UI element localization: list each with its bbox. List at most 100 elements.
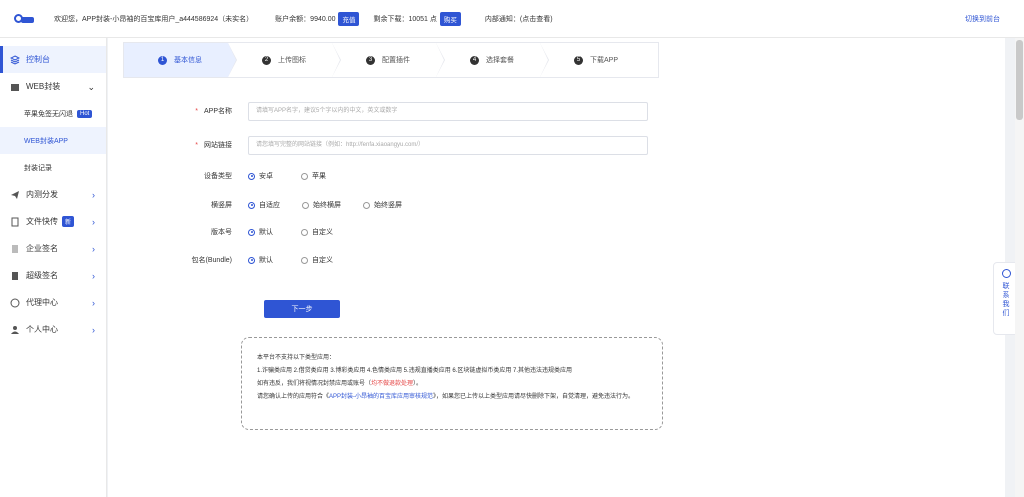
page-scrollbar[interactable] bbox=[1015, 38, 1024, 497]
radio-android[interactable]: 安卓 bbox=[248, 171, 273, 181]
radio-label: 默认 bbox=[259, 257, 273, 264]
radio-apple[interactable]: 苹果 bbox=[301, 171, 326, 181]
radio-version-default[interactable]: 默认 bbox=[248, 227, 273, 237]
radio-label: 始终横屏 bbox=[313, 202, 341, 209]
certificate-icon bbox=[12, 271, 18, 280]
app-name-input[interactable] bbox=[248, 101, 648, 121]
globe-icon bbox=[10, 298, 20, 307]
chevron-right-icon: › bbox=[92, 217, 95, 227]
top-header: 欢迎您，APP封装-小昂袖的百宝库用户_a444586924（未实名） 账户余额… bbox=[0, 0, 1024, 38]
radio-dot bbox=[302, 201, 309, 209]
radio-version-custom[interactable]: 自定义 bbox=[301, 227, 333, 237]
step-label: 配置插件 bbox=[382, 57, 410, 64]
form-row-device-type: 设备类型 安卓 苹果 bbox=[108, 166, 342, 186]
site-url-input[interactable] bbox=[248, 135, 648, 155]
step-label: 基本信息 bbox=[174, 57, 202, 64]
form-row-version: 版本号 默认 自定义 bbox=[108, 222, 349, 242]
hot-badge: Hot bbox=[77, 109, 93, 118]
step-label: 选择套餐 bbox=[486, 57, 514, 64]
step-label: 下载APP bbox=[590, 57, 619, 64]
balance-label: 账户余额：9940.00 bbox=[275, 15, 336, 23]
downloads-label: 剩余下载：10051 点 bbox=[373, 15, 437, 23]
radio-label: 始终竖屏 bbox=[374, 202, 402, 209]
chevron-right-icon: › bbox=[92, 244, 95, 254]
sidebar-item-label: 文件快传 bbox=[26, 217, 58, 226]
sidebar-item-profile[interactable]: 个人中心 › bbox=[0, 316, 106, 343]
notice-text: 请您确认上传的应用符合《 bbox=[257, 394, 330, 400]
radio-adaptive[interactable]: 自适应 bbox=[248, 200, 280, 210]
chevron-right-icon: › bbox=[92, 271, 95, 281]
internal-notice-link[interactable]: 内部通知：(点击查看) bbox=[485, 14, 553, 24]
radio-dot bbox=[363, 201, 370, 209]
no-refund-text: 均不做退款处理 bbox=[371, 381, 414, 387]
sidebar-item-label: 个人中心 bbox=[26, 325, 58, 334]
form-row-site-url: * 网站链接 bbox=[108, 135, 648, 155]
main-card: 1 基本信息 2 上传图标 3 配置插件 4 选择套餐 5 下载APP * APP… bbox=[108, 38, 1005, 497]
sidebar-item-agent-center[interactable]: 代理中心 › bbox=[0, 289, 106, 316]
notice-line: 请您确认上传的应用符合《APP封装-小昂袖的百宝库应用审核规范》，如果您已上传以… bbox=[257, 391, 647, 404]
sidebar-item-beta-distribution[interactable]: 内测分发 › bbox=[0, 181, 106, 208]
radio-portrait[interactable]: 始终竖屏 bbox=[363, 200, 402, 210]
chevron-right-icon: › bbox=[92, 325, 95, 335]
sidebar-subitem-web-wrap-app[interactable]: WEB封装APP bbox=[0, 127, 106, 154]
next-step-button[interactable]: 下一步 bbox=[264, 300, 340, 318]
sidebar-item-super-sign[interactable]: 超级签名 › bbox=[0, 262, 106, 289]
sidebar-item-file-transfer[interactable]: 文件快传 新 › bbox=[0, 208, 106, 235]
sidebar: 控制台 WEB封装 ⌄ 苹果免签无闪退 Hot WEB封装APP 封装记录 内测… bbox=[0, 38, 107, 497]
sidebar-item-label: 内测分发 bbox=[26, 190, 58, 199]
step-number: 4 bbox=[470, 55, 479, 65]
sidebar-subitem-apple-nosign[interactable]: 苹果免签无闪退 Hot bbox=[0, 100, 106, 127]
switch-to-front-link[interactable]: 切换到前台 bbox=[965, 14, 1000, 24]
sidebar-item-label: 超级签名 bbox=[26, 271, 58, 280]
radio-label: 自适应 bbox=[259, 202, 280, 209]
sidebar-item-web-wrap[interactable]: WEB封装 ⌄ bbox=[0, 73, 106, 100]
device-type-label: 设备类型 bbox=[204, 173, 232, 180]
sidebar-item-enterprise-sign[interactable]: 企业签名 › bbox=[0, 235, 106, 262]
user-icon bbox=[11, 325, 19, 334]
sidebar-item-label: WEB封装 bbox=[26, 82, 61, 91]
radio-bundle-default[interactable]: 默认 bbox=[248, 255, 273, 265]
notice-line: 本平台不支持以下类型应用： bbox=[257, 355, 336, 361]
sidebar-subitem-wrap-records[interactable]: 封装记录 bbox=[0, 154, 106, 181]
scrollbar-thumb[interactable] bbox=[1016, 40, 1023, 120]
step-basic-info: 1 基本信息 bbox=[124, 43, 237, 77]
logo-icon[interactable] bbox=[14, 12, 34, 26]
sidebar-item-label: 代理中心 bbox=[26, 298, 58, 307]
step-upload-icon: 2 上传图标 bbox=[228, 43, 341, 77]
radio-label: 安卓 bbox=[259, 173, 273, 180]
notice-line: 1.诈骗类应用 2.借贷类应用 3.博彩类应用 4.色情类应用 5.违规直播类应… bbox=[257, 368, 573, 374]
radio-label: 苹果 bbox=[312, 173, 326, 180]
step-number: 2 bbox=[262, 55, 271, 65]
chevron-right-icon: › bbox=[92, 190, 95, 200]
form-row-orientation: 横竖屏 自适应 始终横屏 始终竖屏 bbox=[108, 195, 418, 215]
radio-label: 自定义 bbox=[312, 229, 333, 236]
chevron-down-icon: ⌄ bbox=[87, 82, 95, 92]
radio-landscape[interactable]: 始终横屏 bbox=[302, 200, 341, 210]
bundle-label: 包名(Bundle) bbox=[191, 257, 232, 264]
file-icon bbox=[11, 217, 19, 226]
step-download-app: 5 下载APP bbox=[540, 43, 644, 77]
recharge-button[interactable]: 充值 bbox=[338, 11, 360, 26]
step-config-plugins: 3 配置插件 bbox=[332, 43, 445, 77]
step-number: 3 bbox=[366, 55, 375, 65]
radio-dot bbox=[248, 256, 255, 264]
radio-bundle-custom[interactable]: 自定义 bbox=[301, 255, 333, 265]
step-choose-package: 4 选择套餐 bbox=[436, 43, 549, 77]
site-url-label: 网站链接 bbox=[204, 142, 232, 149]
radio-dot bbox=[248, 201, 255, 209]
layers-icon bbox=[10, 54, 20, 65]
buy-button[interactable]: 购买 bbox=[439, 11, 461, 26]
notice-text: ）。 bbox=[413, 381, 423, 387]
sidebar-item-dashboard[interactable]: 控制台 bbox=[0, 46, 106, 73]
sidebar-item-label: 苹果免签无闪退 bbox=[24, 110, 73, 118]
form-row-app-name: * APP名称 bbox=[108, 101, 648, 121]
new-badge: 新 bbox=[62, 216, 75, 227]
sidebar-item-label: 封装记录 bbox=[24, 164, 52, 172]
radio-label: 自定义 bbox=[312, 257, 333, 264]
step-indicator: 1 基本信息 2 上传图标 3 配置插件 4 选择套餐 5 下载APP bbox=[123, 42, 659, 78]
radio-dot bbox=[248, 172, 255, 180]
send-icon bbox=[11, 190, 19, 199]
notice-line: 如有违反，我们将视情况封禁应用或账号（均不做退款处理）。 bbox=[257, 378, 647, 391]
contact-us-label: 联系我们 bbox=[1002, 283, 1010, 317]
review-guidelines-link[interactable]: APP封装-小昂袖的百宝库应用审核规范 bbox=[329, 394, 433, 400]
